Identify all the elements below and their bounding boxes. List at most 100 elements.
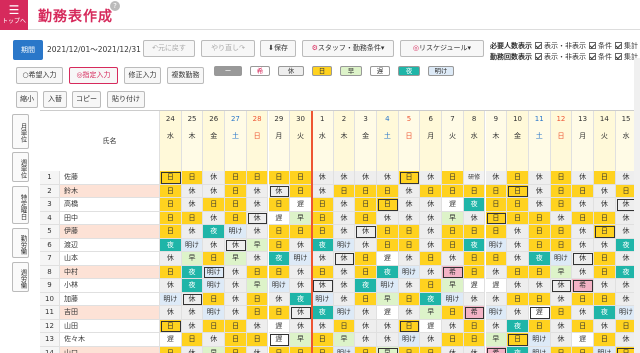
- staff-name[interactable]: 山本: [60, 252, 160, 266]
- shift-cell[interactable]: 休: [311, 279, 334, 293]
- shift-cell[interactable]: 夜: [311, 238, 334, 252]
- shift-cell[interactable]: 日: [290, 184, 312, 198]
- shift-cell[interactable]: 遅: [420, 319, 443, 333]
- agg-checkbox[interactable]: [615, 42, 622, 49]
- shift-cell[interactable]: 休: [507, 238, 529, 252]
- shift-cell[interactable]: 休: [420, 198, 443, 212]
- shift-cell[interactable]: 早: [290, 211, 312, 225]
- staff-name[interactable]: 伊藤: [60, 225, 160, 239]
- shift-cell[interactable]: 休: [507, 306, 529, 320]
- day-number[interactable]: 9: [486, 115, 508, 129]
- shift-cell[interactable]: 休: [203, 238, 226, 252]
- shift-cell[interactable]: 研修: [463, 171, 486, 185]
- day-number[interactable]: 26: [203, 115, 226, 129]
- shift-cell[interactable]: 遅: [463, 279, 486, 293]
- shift-cell[interactable]: 希: [463, 306, 486, 320]
- shift-cell[interactable]: 日: [355, 346, 377, 353]
- shift-cell[interactable]: 休: [311, 184, 334, 198]
- shift-cell[interactable]: 夜: [377, 265, 399, 279]
- shift-cell[interactable]: 日: [160, 198, 182, 212]
- shift-cell[interactable]: 日: [550, 184, 573, 198]
- shift-cell[interactable]: 明け: [290, 252, 312, 266]
- cond-checkbox[interactable]: [589, 53, 596, 60]
- shift-cell[interactable]: 夜: [507, 346, 529, 353]
- shift-cell[interactable]: 日: [203, 319, 226, 333]
- shift-cell[interactable]: 日: [463, 184, 486, 198]
- shift-cell[interactable]: 休: [398, 211, 421, 225]
- shift-cell[interactable]: 明け: [594, 346, 616, 353]
- shift-cell[interactable]: 日: [160, 265, 182, 279]
- show-hide-checkbox[interactable]: [535, 42, 542, 49]
- shift-cell[interactable]: 日: [485, 252, 508, 266]
- shift-cell[interactable]: 休: [442, 252, 464, 266]
- shift-cell[interactable]: 休: [550, 333, 573, 347]
- shift-cell[interactable]: 夜: [181, 279, 204, 293]
- shift-cell[interactable]: 日: [398, 238, 421, 252]
- shift-cell[interactable]: 日: [463, 319, 486, 333]
- shift-cell[interactable]: 日: [442, 171, 464, 185]
- shift-cell[interactable]: 休: [355, 333, 377, 347]
- shift-cell[interactable]: 休: [420, 333, 443, 347]
- shift-cell[interactable]: 休: [311, 171, 334, 185]
- shift-cell[interactable]: 休: [203, 211, 226, 225]
- shift-cell[interactable]: 日: [311, 211, 334, 225]
- shift-cell[interactable]: 夜: [355, 279, 377, 293]
- staff-name[interactable]: 佐藤: [60, 171, 160, 185]
- shift-cell[interactable]: 日: [420, 279, 443, 293]
- shift-cell[interactable]: 休: [420, 171, 443, 185]
- staff-filter-dropdown[interactable]: ⚙スタッフ・勤務条件▾: [302, 40, 394, 57]
- shift-cell[interactable]: 日: [442, 238, 464, 252]
- day-number[interactable]: 4: [377, 115, 399, 129]
- day-number[interactable]: 5: [399, 115, 421, 129]
- shift-cell[interactable]: 日: [420, 346, 443, 353]
- shift-cell[interactable]: 日: [528, 292, 551, 306]
- shift-cell[interactable]: 休: [268, 292, 291, 306]
- shift-cell[interactable]: 明け: [203, 279, 226, 293]
- shift-cell[interactable]: 日: [572, 184, 594, 198]
- shift-cell[interactable]: 休: [333, 265, 356, 279]
- fixed-input-button[interactable]: ◎指定入力: [69, 67, 118, 84]
- shift-cell[interactable]: 休: [355, 225, 377, 239]
- shift-cell[interactable]: 日: [290, 171, 312, 185]
- menu-button[interactable]: ☰ トップへ: [0, 0, 28, 30]
- shift-cell[interactable]: 明け: [333, 346, 356, 353]
- shift-cell[interactable]: 早: [485, 333, 508, 347]
- shift-cell[interactable]: 日: [550, 238, 573, 252]
- shift-cell[interactable]: 夜: [463, 238, 486, 252]
- shift-cell[interactable]: 日: [160, 319, 182, 333]
- shift-cell[interactable]: 休: [507, 225, 529, 239]
- shift-cell[interactable]: 休: [333, 198, 356, 212]
- shift-cell[interactable]: 休: [463, 292, 486, 306]
- shift-cell[interactable]: 日: [225, 198, 247, 212]
- shift-cell[interactable]: 日: [594, 265, 616, 279]
- shift-cell[interactable]: 日: [225, 184, 247, 198]
- shift-cell[interactable]: 休: [572, 252, 594, 266]
- shift-cell[interactable]: 休: [420, 238, 443, 252]
- shift-cell[interactable]: 日: [528, 319, 551, 333]
- shift-cell[interactable]: 休: [246, 198, 269, 212]
- shift-cell[interactable]: 日: [398, 346, 421, 353]
- shift-cell[interactable]: 休: [333, 279, 356, 293]
- shift-cell[interactable]: 明け: [333, 238, 356, 252]
- shift-cell[interactable]: 休: [485, 292, 508, 306]
- shift-cell[interactable]: 休: [572, 225, 594, 239]
- shift-cell[interactable]: 日: [550, 346, 573, 353]
- shift-cell[interactable]: 日: [507, 333, 529, 347]
- shift-cell[interactable]: 休: [203, 184, 226, 198]
- shift-cell[interactable]: 日: [246, 333, 269, 347]
- shift-cell[interactable]: 希: [442, 265, 464, 279]
- shift-cell[interactable]: 日: [463, 225, 486, 239]
- shift-cell[interactable]: 休: [333, 211, 356, 225]
- shift-cell[interactable]: 日: [355, 252, 377, 266]
- shift-cell[interactable]: 日: [572, 346, 594, 353]
- shift-cell[interactable]: 早: [203, 346, 226, 353]
- reschedule-dropdown[interactable]: ◎リスケジュール▾: [400, 40, 484, 57]
- shift-cell[interactable]: 夜: [311, 306, 334, 320]
- shift-cell[interactable]: 休: [550, 211, 573, 225]
- shift-cell[interactable]: 休: [398, 184, 421, 198]
- legend-chip[interactable]: 希: [250, 66, 270, 76]
- shift-cell[interactable]: 休: [572, 238, 594, 252]
- shift-cell[interactable]: 早: [442, 279, 464, 293]
- shift-cell[interactable]: 休: [463, 346, 486, 353]
- staff-name[interactable]: 佐々木: [60, 333, 160, 347]
